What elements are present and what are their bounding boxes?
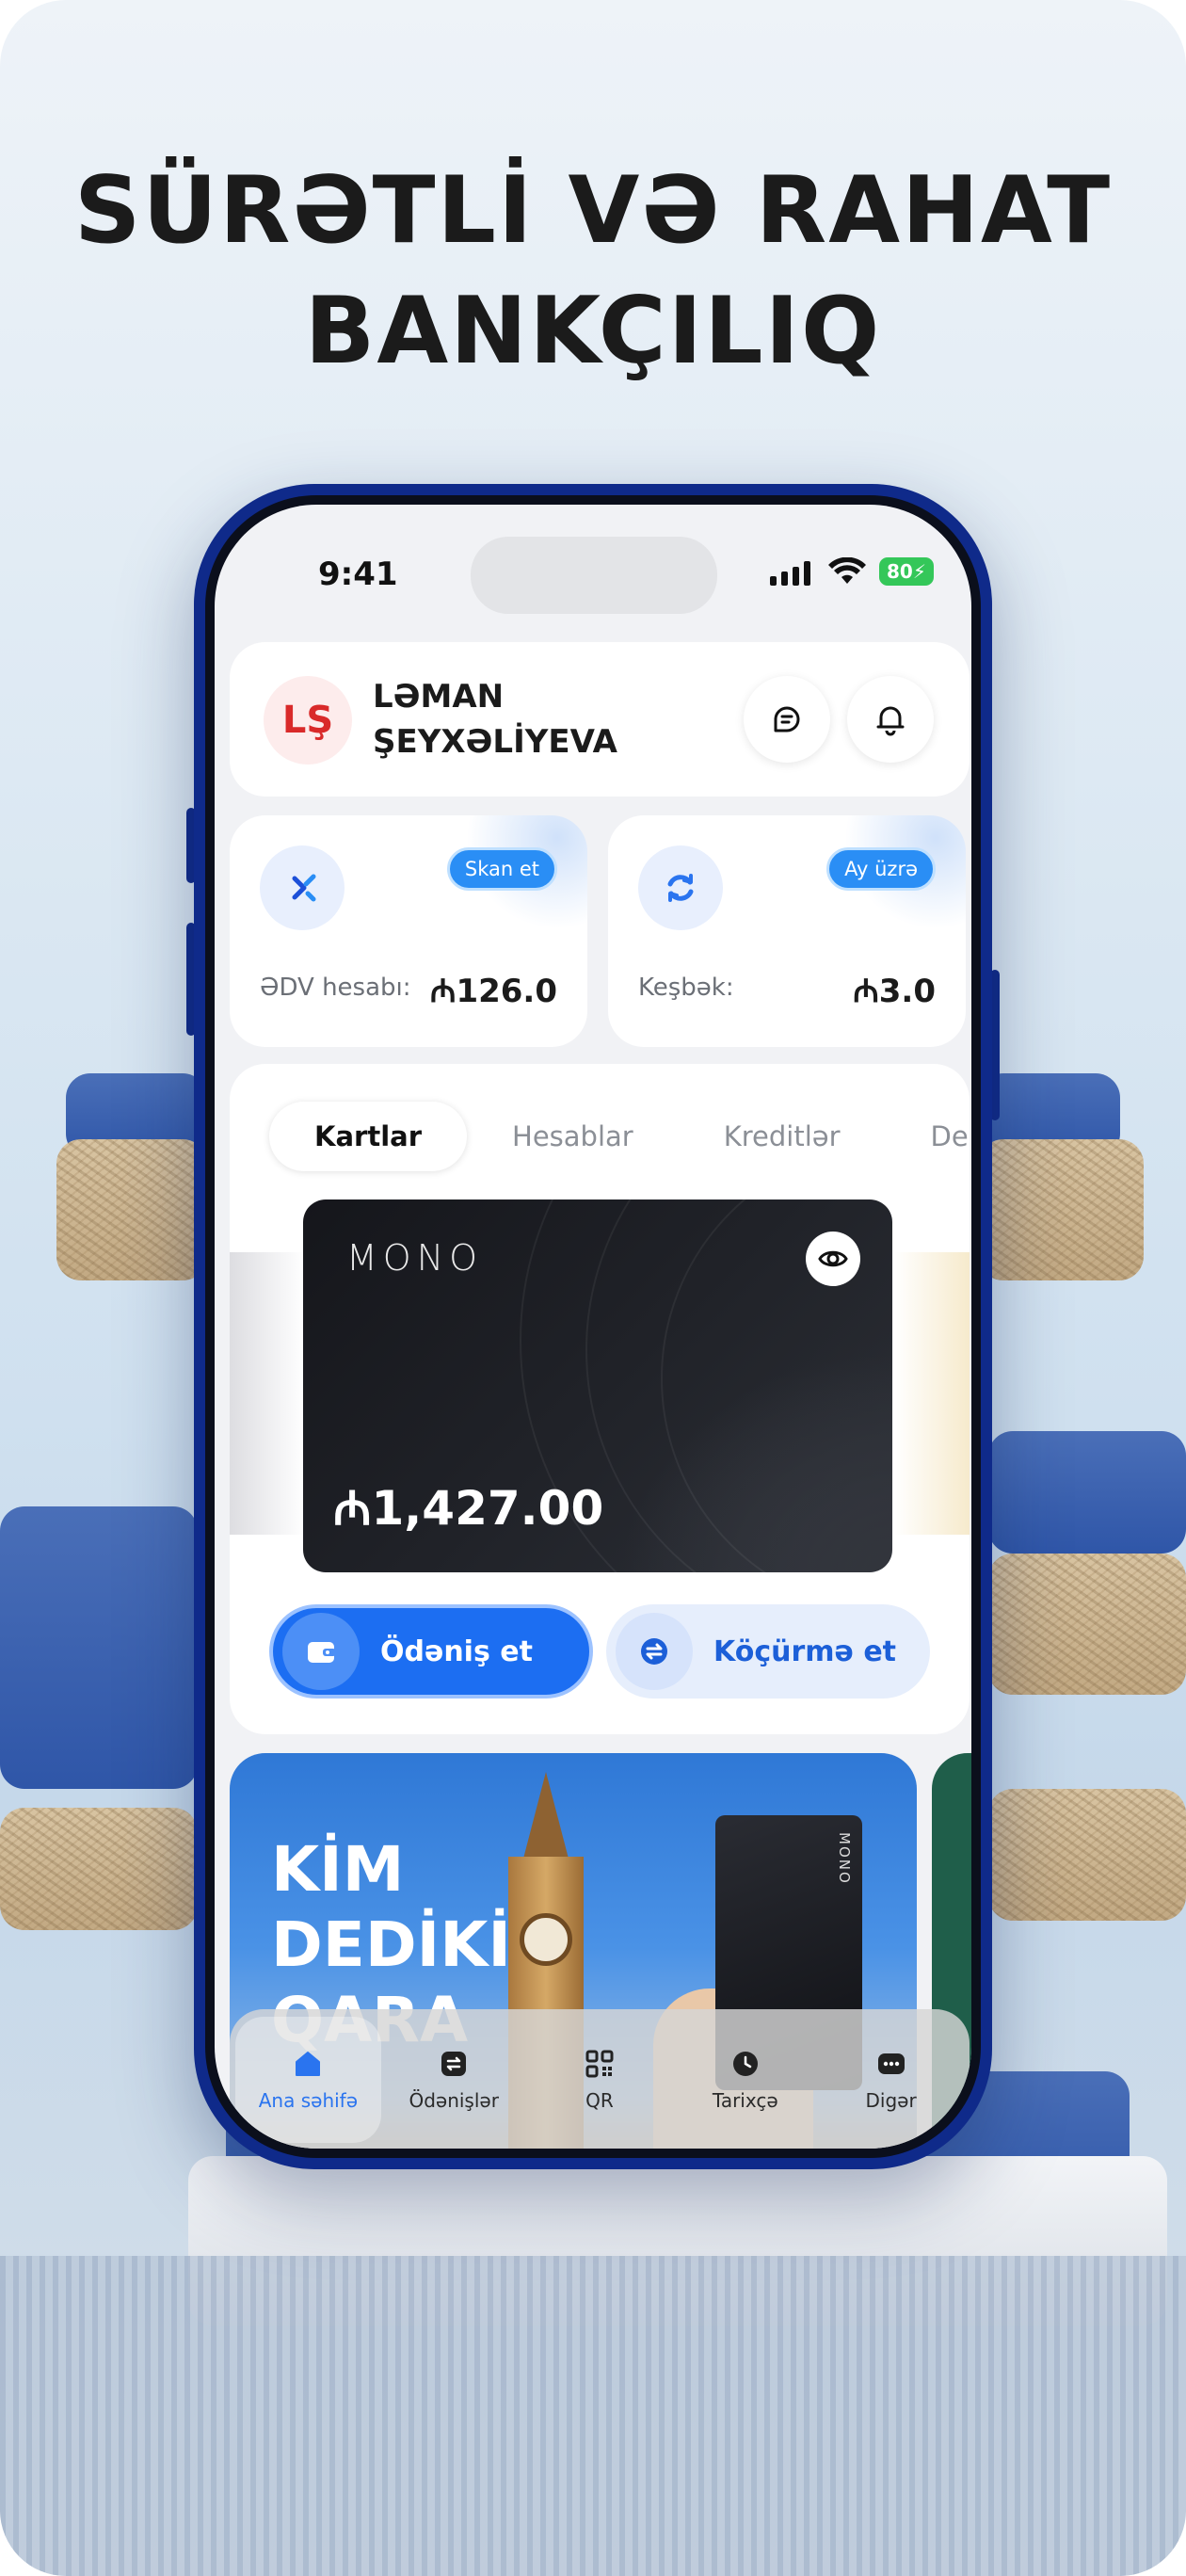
- more-icon: [875, 2048, 907, 2080]
- card-balance: ₼1,427.00: [333, 1481, 604, 1536]
- user-last-name: ŞEYXƏLİYEVA: [373, 723, 617, 761]
- nav-more-label: Digər: [865, 2089, 917, 2112]
- toggle-balance-button[interactable]: [806, 1232, 860, 1286]
- tab-loans[interactable]: Kreditlər: [679, 1102, 886, 1171]
- chat-icon: [774, 706, 800, 733]
- card-brand-logo: MONO: [346, 1237, 484, 1279]
- cashback-value: ₼3.0: [853, 973, 936, 1010]
- app-store-screenshot: SÜRƏTLİ VƏ RAHAT BANKÇILIQ 9:41 80⚡ LŞ L…: [0, 0, 1186, 2576]
- bottom-navigation: Ana səhifə Ödənişlər QR Tarixçə Digər: [230, 2009, 970, 2149]
- payments-icon: [438, 2048, 470, 2080]
- vat-label: ƏDV hesabı:: [260, 974, 411, 1002]
- card-carousel-edge: [230, 1252, 305, 1535]
- battery-level: 80: [887, 560, 913, 583]
- vat-value: ₼126.0: [429, 973, 557, 1010]
- promo-text-line-2: DEDİKİ: [271, 1908, 511, 1981]
- qr-icon: [584, 2048, 616, 2080]
- nav-more[interactable]: Digər: [818, 2017, 964, 2143]
- headline-line-1: SÜRƏTLİ VƏ RAHAT: [73, 157, 1113, 265]
- profile-header[interactable]: LŞ LƏMAN ŞEYXƏLİYEVA: [230, 642, 970, 797]
- cashback-widget[interactable]: Ay üzrə Keşbək: ₼3.0: [608, 815, 966, 1047]
- signal-icon: [770, 561, 810, 586]
- promo-text-line-1: KİM: [271, 1833, 405, 1906]
- transfer-button-label: Köçürmə et: [713, 1634, 897, 1668]
- scan-badge[interactable]: Skan et: [446, 847, 557, 891]
- status-bar: 9:41 80⚡: [215, 505, 971, 618]
- battery-icon: 80⚡: [879, 557, 934, 586]
- tab-deposits[interactable]: Depozitlər: [886, 1102, 970, 1171]
- bg-shelf: [979, 1139, 1144, 1280]
- bg-shelf: [988, 1554, 1186, 1695]
- tab-accounts[interactable]: Hesablar: [467, 1102, 679, 1171]
- app-screen: 9:41 80⚡ LŞ LƏMAN ŞEYXƏLİYEVA Skan et ƏD…: [215, 505, 971, 2149]
- pay-button[interactable]: Ödəniş et: [269, 1604, 593, 1699]
- clock-icon: [729, 2048, 761, 2080]
- notifications-button[interactable]: [847, 676, 934, 763]
- vat-widget[interactable]: Skan et ƏDV hesabı: ₼126.0: [230, 815, 587, 1047]
- pay-button-label: Ödəniş et: [380, 1634, 533, 1668]
- wallet-icon: [282, 1613, 360, 1690]
- bg-floor: [0, 2256, 1186, 2576]
- promo-card-brand: MONO: [836, 1832, 853, 1885]
- transfer-arrows-icon: [260, 845, 345, 930]
- bg-shelf: [0, 1808, 198, 1930]
- user-name: LƏMAN ŞEYXƏLİYEVA: [373, 674, 617, 765]
- swap-icon: [616, 1613, 693, 1690]
- phone-frame: 9:41 80⚡ LŞ LƏMAN ŞEYXƏLİYEVA Skan et ƏD…: [194, 484, 992, 2169]
- chat-button[interactable]: [744, 676, 830, 763]
- avatar[interactable]: LŞ: [264, 676, 352, 765]
- nav-qr[interactable]: QR: [527, 2017, 673, 2143]
- nav-home-label: Ana səhifə: [258, 2089, 359, 2112]
- cashback-label: Keşbək:: [638, 974, 734, 1002]
- products-panel: Kartlar Hesablar Kreditlər Depozitlər MO…: [230, 1064, 970, 1734]
- status-time: 9:41: [318, 555, 398, 593]
- bg-shelf: [988, 1431, 1186, 1554]
- nav-history[interactable]: Tarixçə: [672, 2017, 818, 2143]
- nav-history-label: Tarixçə: [712, 2089, 778, 2112]
- nav-payments-label: Ödənişlər: [409, 2089, 499, 2112]
- headline: SÜRƏTLİ VƏ RAHAT BANKÇILIQ: [0, 151, 1186, 392]
- bank-card[interactable]: MONO ₼1,427.00: [303, 1199, 892, 1572]
- card-carousel-edge: [894, 1252, 970, 1535]
- dynamic-island: [471, 537, 717, 614]
- nav-qr-label: QR: [585, 2089, 614, 2112]
- bg-shelf: [56, 1139, 207, 1280]
- user-first-name: LƏMAN: [373, 678, 505, 716]
- bg-shelf: [0, 1506, 198, 1789]
- monthly-badge[interactable]: Ay üzrə: [826, 847, 936, 891]
- nav-payments[interactable]: Ödənişlər: [381, 2017, 527, 2143]
- transfer-button[interactable]: Köçürmə et: [606, 1604, 930, 1699]
- bg-shelf: [988, 1789, 1186, 1921]
- nav-home[interactable]: Ana səhifə: [235, 2017, 381, 2143]
- product-tabs: Kartlar Hesablar Kreditlər Depozitlər: [269, 1102, 970, 1171]
- tab-cards[interactable]: Kartlar: [269, 1102, 468, 1171]
- home-icon: [292, 2048, 324, 2080]
- wifi-icon: [828, 557, 866, 584]
- bell-icon: [876, 706, 905, 736]
- refresh-icon: [638, 845, 723, 930]
- eye-icon: [818, 1250, 848, 1267]
- headline-line-2: BANKÇILIQ: [304, 278, 882, 385]
